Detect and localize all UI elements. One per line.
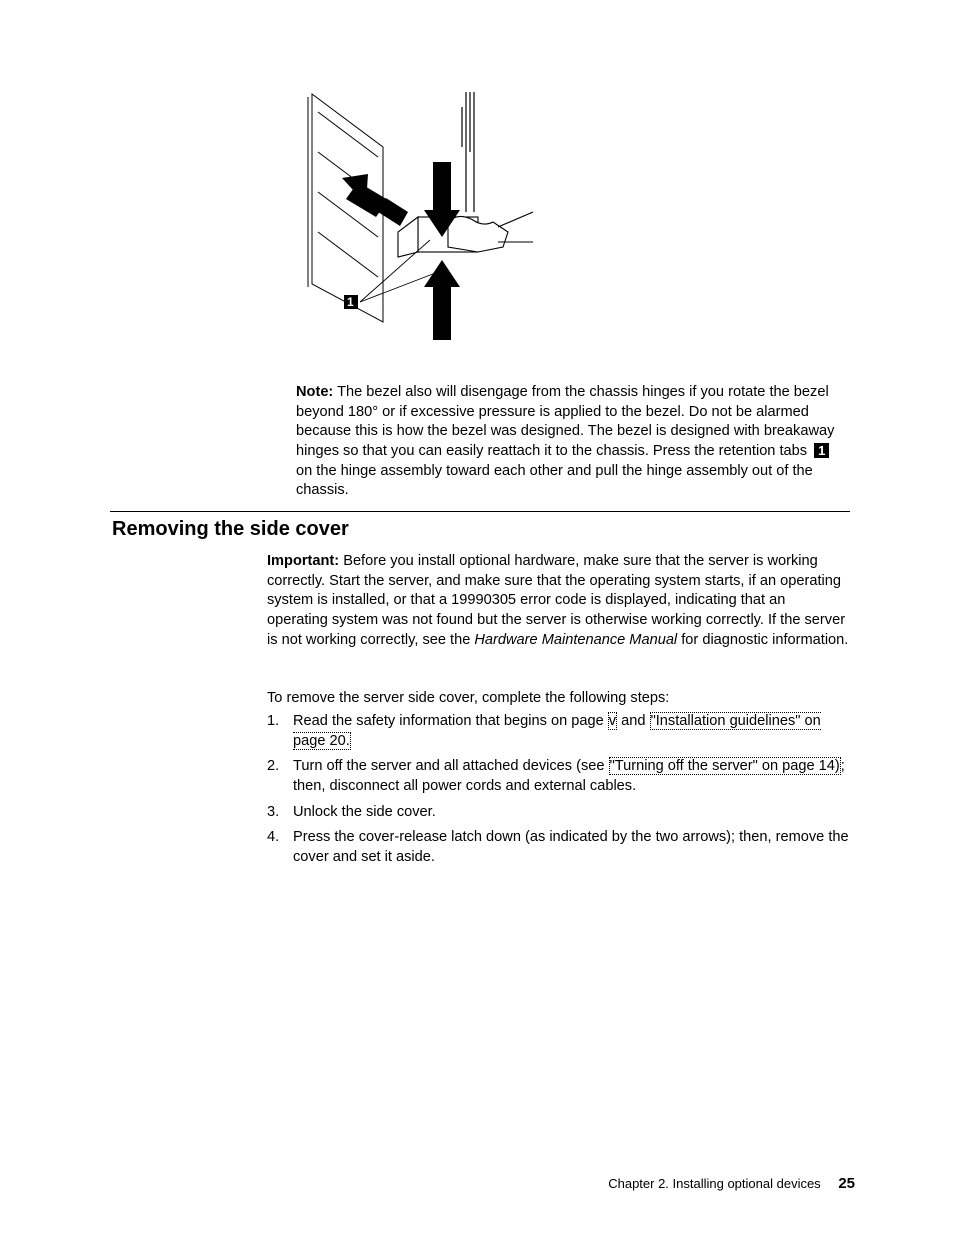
page-footer: Chapter 2. Installing optional devices 2… <box>0 1175 855 1192</box>
step-3: 3.Unlock the side cover. <box>267 803 850 823</box>
important-paragraph: Important: Before you install optional h… <box>267 552 850 650</box>
step-4: 4.Press the cover-release latch down (as… <box>267 828 850 867</box>
step-text: Press the cover-release latch down (as i… <box>293 829 849 865</box>
cross-reference-link[interactable]: "Turning off the server" on page 14) <box>609 757 841 775</box>
steps-list: 1.Read the safety information that begin… <box>267 712 850 874</box>
steps-intro: To remove the server side cover, complet… <box>267 690 847 706</box>
cross-reference-link[interactable]: v <box>608 712 617 730</box>
note-text-before: The bezel also will disengage from the c… <box>296 384 834 459</box>
section-divider <box>110 511 850 512</box>
figure-callout-1: 1 <box>347 295 354 309</box>
step-number: 4. <box>267 828 293 867</box>
footer-page-number: 25 <box>838 1175 855 1192</box>
note-callout-1: 1 <box>814 443 829 458</box>
step-text: and <box>617 713 649 729</box>
step-number: 3. <box>267 803 293 823</box>
step-body: Press the cover-release latch down (as i… <box>293 828 850 867</box>
step-body: Read the safety information that begins … <box>293 712 850 751</box>
footer-chapter: Chapter 2. Installing optional devices <box>608 1176 820 1191</box>
step-1: 1.Read the safety information that begin… <box>267 712 850 751</box>
step-body: Turn off the server and all attached dev… <box>293 757 850 796</box>
step-body: Unlock the side cover. <box>293 803 850 823</box>
note-label: Note: <box>296 384 333 400</box>
step-number: 2. <box>267 757 293 796</box>
step-number: 1. <box>267 712 293 751</box>
section-heading: Removing the side cover <box>112 518 349 541</box>
important-italic: Hardware Maintenance Manual <box>474 632 677 648</box>
step-text: Turn off the server and all attached dev… <box>293 758 609 774</box>
step-2: 2.Turn off the server and all attached d… <box>267 757 850 796</box>
important-text-2: for diagnostic information. <box>677 632 848 648</box>
important-label: Important: <box>267 553 339 569</box>
note-text-after: on the hinge assembly toward each other … <box>296 463 813 499</box>
bezel-hinge-figure: 1 <box>298 92 538 357</box>
step-text: Unlock the side cover. <box>293 804 436 820</box>
note-paragraph: Note: The bezel also will disengage from… <box>296 383 846 501</box>
step-text: Read the safety information that begins … <box>293 713 608 729</box>
